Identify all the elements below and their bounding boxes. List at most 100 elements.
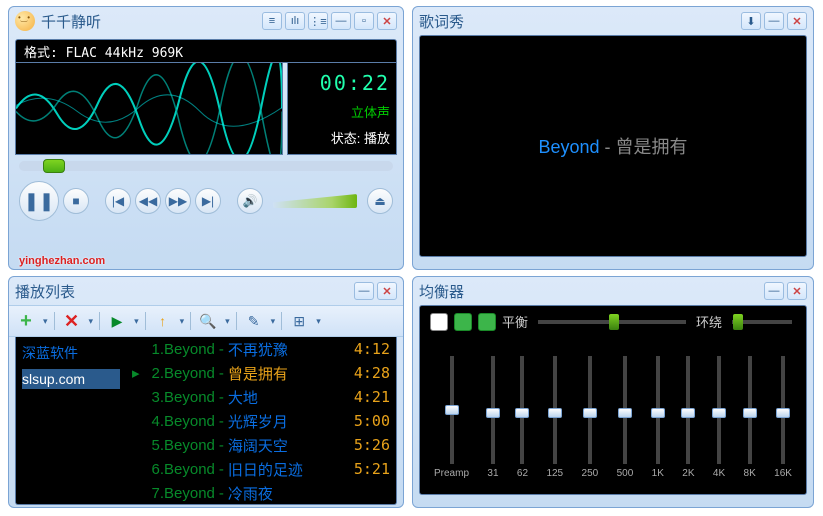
minimize-icon[interactable]: —	[764, 282, 784, 300]
eq-band-thumb[interactable]	[548, 408, 562, 418]
eq-band-slider[interactable]	[686, 356, 690, 464]
eq-band-thumb[interactable]	[618, 408, 632, 418]
menu-icon[interactable]: ≡	[262, 12, 282, 30]
track-name: 海阔天空	[228, 435, 354, 456]
eq-band-label: 125	[546, 468, 563, 479]
rewind-button[interactable]: ◀◀	[135, 188, 161, 214]
remove-icon[interactable]: ✕	[61, 310, 83, 332]
track-number: 7.	[144, 485, 164, 502]
format-display: 格式: FLAC 44kHz 969K	[15, 39, 397, 63]
eq-band-thumb[interactable]	[681, 408, 695, 418]
visualizer-icon[interactable]: ılı	[285, 12, 305, 30]
eq-band-slider[interactable]	[623, 356, 627, 464]
eq-band-thumb[interactable]	[712, 408, 726, 418]
eq-band-slider[interactable]	[781, 356, 785, 464]
eq-band-slider[interactable]	[748, 356, 752, 464]
eq-band-slider[interactable]	[520, 356, 524, 464]
player-titlebar[interactable]: 千千静听 ≡ ılı ⋮≡ — ▫ ✕	[9, 7, 403, 35]
track-name: 大地	[228, 387, 354, 408]
download-icon[interactable]: ⬇	[741, 12, 761, 30]
eject-button[interactable]: ⏏	[367, 188, 393, 214]
eq-band-label: 250	[582, 468, 599, 479]
eq-titlebar[interactable]: 均衡器 — ✕	[413, 277, 813, 305]
player-title: 千千静听	[41, 11, 101, 32]
sidebar-item[interactable]: 深蓝软件	[22, 341, 120, 365]
time-elapsed: 00:22	[320, 71, 390, 95]
track-name: 曾是拥有	[228, 363, 354, 384]
seek-thumb[interactable]	[43, 159, 65, 173]
track-row[interactable]: 3.Beyond-大地4:21	[126, 385, 396, 409]
surround-thumb[interactable]	[733, 314, 743, 330]
mute-button[interactable]: 🔊	[237, 188, 263, 214]
sidebar-item[interactable]: slsup.com	[22, 369, 120, 389]
eq-band-slider[interactable]	[656, 356, 660, 464]
eq-band: 125	[546, 356, 563, 479]
stop-button[interactable]: ■	[63, 188, 89, 214]
eq-preset-b-button[interactable]	[478, 313, 496, 331]
volume-slider[interactable]	[273, 194, 357, 208]
play-icon[interactable]: ▶	[106, 310, 128, 332]
search-icon[interactable]: 🔍	[197, 310, 219, 332]
eq-preset-a-button[interactable]	[454, 313, 472, 331]
lyric-titlebar[interactable]: 歌词秀 ⬇ — ✕	[413, 7, 813, 35]
track-row[interactable]: 4.Beyond-光辉岁月5:00	[126, 409, 396, 433]
surround-slider[interactable]	[732, 320, 792, 324]
eq-band: 4K	[713, 356, 725, 479]
eq-band-slider[interactable]	[553, 356, 557, 464]
minimize-icon[interactable]: —	[354, 282, 374, 300]
eq-band-slider[interactable]	[588, 356, 592, 464]
track-row[interactable]: 6.Beyond-旧日的足迹5:21	[126, 457, 396, 481]
track-number: 1.	[144, 341, 164, 358]
eq-band-thumb[interactable]	[445, 405, 459, 415]
lyric-sep: -	[600, 137, 616, 157]
track-row[interactable]: ▸2.Beyond-曾是拥有4:28	[126, 361, 396, 385]
track-name: 不再犹豫	[228, 339, 354, 360]
eq-band-label: 31	[487, 468, 498, 479]
close-icon[interactable]: ✕	[787, 12, 807, 30]
track-row[interactable]: 7.Beyond-冷雨夜	[126, 481, 396, 504]
balance-label: 平衡	[502, 312, 528, 331]
balance-thumb[interactable]	[609, 314, 619, 330]
minimize-icon[interactable]: —	[331, 12, 351, 30]
forward-button[interactable]: ▶▶	[165, 188, 191, 214]
restore-icon[interactable]: ▫	[354, 12, 374, 30]
track-row[interactable]: 5.Beyond-海阔天空5:26	[126, 433, 396, 457]
close-icon[interactable]: ✕	[377, 12, 397, 30]
eq-band-thumb[interactable]	[776, 408, 790, 418]
track-artist: Beyond	[164, 485, 215, 502]
eq-enable-toggle[interactable]	[430, 313, 448, 331]
close-icon[interactable]: ✕	[377, 282, 397, 300]
playlist-titlebar[interactable]: 播放列表 — ✕	[9, 277, 403, 305]
lyric-title: 歌词秀	[419, 11, 464, 32]
seek-slider[interactable]	[19, 161, 393, 171]
eq-band-thumb[interactable]	[743, 408, 757, 418]
minimize-icon[interactable]: —	[764, 12, 784, 30]
mode-icon[interactable]: ⊞	[288, 310, 310, 332]
close-icon[interactable]: ✕	[787, 282, 807, 300]
eq-band-slider[interactable]	[491, 356, 495, 464]
eq-band-thumb[interactable]	[651, 408, 665, 418]
eq-band-slider[interactable]	[450, 356, 454, 464]
track-duration: 5:26	[354, 436, 390, 454]
edit-icon[interactable]: ✎	[243, 310, 265, 332]
status-label: 状态: 播放	[331, 128, 390, 147]
next-button[interactable]: ▶|	[195, 188, 221, 214]
track-row[interactable]: 1.Beyond-不再犹豫4:12	[126, 337, 396, 361]
pause-button[interactable]: ❚❚	[19, 181, 59, 221]
list-icon[interactable]: ⋮≡	[308, 12, 328, 30]
eq-band-thumb[interactable]	[486, 408, 500, 418]
track-number: 5.	[144, 437, 164, 454]
track-name: 冷雨夜	[228, 483, 390, 504]
balance-slider[interactable]	[538, 320, 686, 324]
track-list: 1.Beyond-不再犹豫4:12▸2.Beyond-曾是拥有4:283.Bey…	[126, 337, 396, 504]
eq-band-thumb[interactable]	[515, 408, 529, 418]
eq-band: Preamp	[434, 356, 469, 479]
eq-band: 250	[582, 356, 599, 479]
up-icon[interactable]: ↑	[152, 310, 174, 332]
prev-button[interactable]: |◀	[105, 188, 131, 214]
eq-band-slider[interactable]	[717, 356, 721, 464]
waveform-visualizer	[15, 63, 283, 155]
eq-band-thumb[interactable]	[583, 408, 597, 418]
add-icon[interactable]: +	[15, 310, 37, 332]
eq-band-label: 500	[617, 468, 634, 479]
